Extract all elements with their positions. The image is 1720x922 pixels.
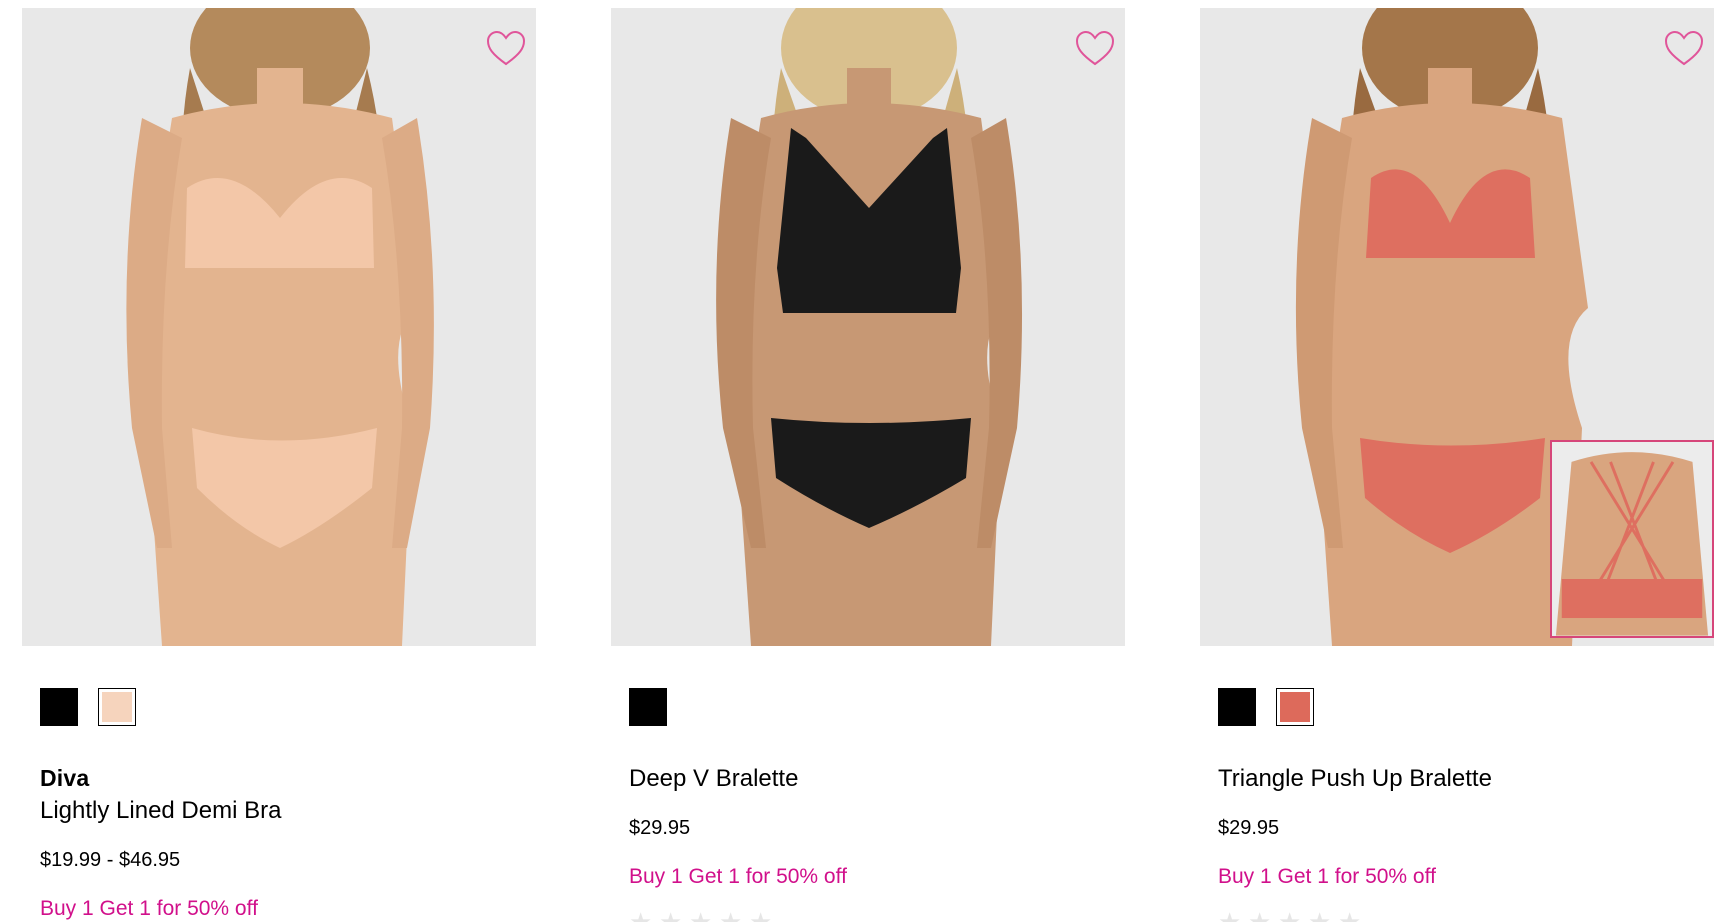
favorite-heart-icon[interactable] <box>1075 30 1115 68</box>
product-name[interactable]: Lightly Lined Demi Bra <box>40 797 281 825</box>
product-card[interactable]: Deep V Bralette $29.95 Buy 1 Get 1 for 5… <box>611 0 1141 922</box>
product-card[interactable]: Triangle Push Up Bralette $29.95 Buy 1 G… <box>1200 0 1720 922</box>
star-icon: ★ <box>749 910 775 922</box>
swatch-nude[interactable] <box>98 688 136 726</box>
star-icon: ★ <box>1248 910 1274 922</box>
color-swatches <box>40 688 136 726</box>
star-icon: ★ <box>1278 910 1304 922</box>
star-icon: ★ <box>659 910 685 922</box>
star-icon: ★ <box>689 910 715 922</box>
product-image[interactable] <box>22 8 536 646</box>
swatch-black[interactable] <box>40 688 78 726</box>
product-brand[interactable]: Diva <box>40 765 89 792</box>
color-swatches <box>629 688 667 726</box>
back-view-thumbnail[interactable] <box>1550 440 1714 638</box>
promo-link[interactable]: Buy 1 Get 1 for 50% off <box>40 897 258 921</box>
star-icon: ★ <box>1308 910 1334 922</box>
swatch-black[interactable] <box>1218 688 1256 726</box>
favorite-heart-icon[interactable] <box>1664 30 1704 68</box>
rating-stars: ★ ★ ★ ★ ★ <box>1218 910 1364 922</box>
product-name[interactable]: Deep V Bralette <box>629 765 798 793</box>
model-photo <box>716 8 1023 646</box>
product-price: $29.95 <box>629 817 691 839</box>
star-icon: ★ <box>629 910 655 922</box>
star-icon: ★ <box>1218 910 1244 922</box>
product-card[interactable]: Diva Lightly Lined Demi Bra $19.99 - $46… <box>22 0 552 922</box>
star-icon: ★ <box>719 910 745 922</box>
swatch-black[interactable] <box>629 688 667 726</box>
rating-stars: ★ ★ ★ ★ ★ <box>629 910 775 922</box>
star-icon: ★ <box>1338 910 1364 922</box>
product-name[interactable]: Triangle Push Up Bralette <box>1218 765 1492 793</box>
favorite-heart-icon[interactable] <box>486 30 526 68</box>
color-swatches <box>1218 688 1314 726</box>
swatch-coral[interactable] <box>1276 688 1314 726</box>
product-image[interactable] <box>1200 8 1714 646</box>
model-photo <box>126 8 434 646</box>
product-price: $19.99 - $46.95 <box>40 849 181 871</box>
product-image[interactable] <box>611 8 1125 646</box>
product-price: $29.95 <box>1218 817 1280 839</box>
promo-link[interactable]: Buy 1 Get 1 for 50% off <box>1218 865 1436 889</box>
promo-link[interactable]: Buy 1 Get 1 for 50% off <box>629 865 847 889</box>
